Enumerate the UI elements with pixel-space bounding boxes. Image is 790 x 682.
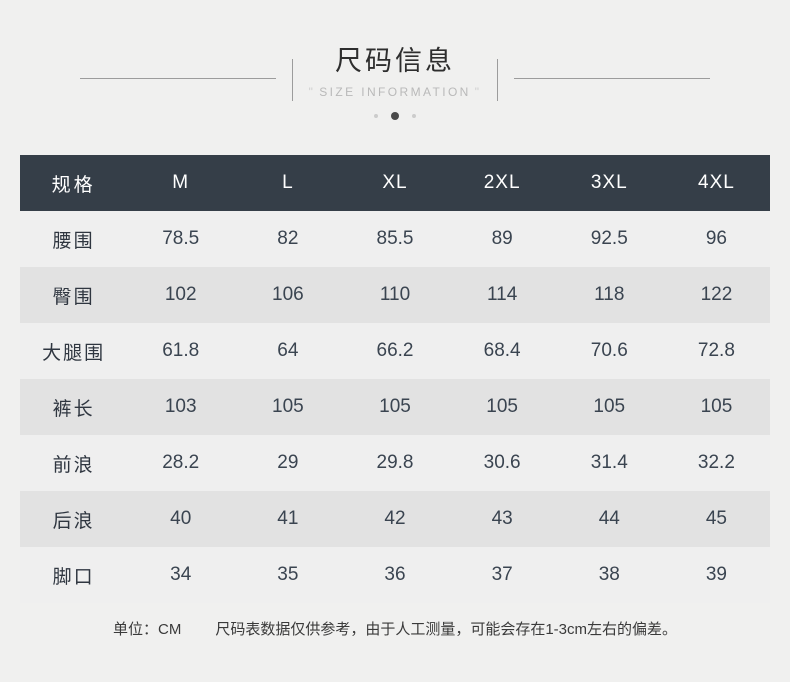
cell-waist-xl: 85.5 [376, 228, 414, 249]
table-row: 后浪 40 41 42 43 44 45 [20, 491, 770, 547]
cell-waist-m: 78.5 [162, 228, 200, 249]
cell-thigh-4xl: 72.8 [697, 340, 735, 361]
row-label-back-rise: 后浪 [52, 510, 95, 532]
cell-leg-opening-3xl: 38 [598, 564, 620, 585]
cell-leg-opening-m: 34 [170, 564, 192, 585]
measurement-disclaimer: 尺码表数据仅供参考，由于人工测量，可能会存在1-3cm左右的偏差。 [215, 621, 677, 638]
table-row: 前浪 28.2 29 29.8 30.6 31.4 32.2 [20, 435, 770, 491]
table-row: 大腿围 61.8 64 66.2 68.4 70.6 72.8 [20, 323, 770, 379]
cell-pant-length-4xl: 105 [700, 396, 733, 417]
header-rule-right [514, 78, 710, 79]
size-table: 规格 M L XL 2XL 3XL 4XL 腰围 78.5 82 85.5 89… [20, 155, 770, 603]
row-label-front-rise: 前浪 [52, 454, 95, 476]
cell-hip-3xl: 118 [594, 284, 625, 305]
unit-label: 单位：CM [112, 621, 182, 638]
cell-hip-m: 102 [164, 284, 197, 305]
cell-leg-opening-xl: 36 [384, 564, 406, 585]
cell-thigh-2xl: 68.4 [483, 340, 521, 361]
column-header-2xl: 2XL [483, 172, 521, 193]
carousel-dot-2[interactable] [391, 112, 399, 120]
column-header-m: M [172, 172, 190, 193]
cell-waist-l: 82 [277, 228, 299, 249]
page-header: 尺码信息 " SIZE INFORMATION " [0, 0, 790, 140]
cell-hip-l: 106 [272, 284, 304, 305]
cell-back-rise-xl: 42 [384, 508, 406, 529]
cell-back-rise-l: 41 [277, 508, 299, 529]
column-header-spec: 规格 [51, 174, 96, 196]
cell-back-rise-2xl: 43 [491, 508, 513, 529]
column-header-3xl: 3XL [590, 172, 628, 193]
cell-leg-opening-4xl: 39 [705, 564, 727, 585]
cell-front-rise-2xl: 30.6 [483, 452, 521, 473]
subtitle-text: SIZE INFORMATION [319, 85, 471, 99]
size-table-container: 规格 M L XL 2XL 3XL 4XL 腰围 78.5 82 85.5 89… [20, 155, 770, 603]
cell-back-rise-m: 40 [170, 508, 192, 529]
cell-thigh-xl: 66.2 [376, 340, 414, 361]
cell-waist-2xl: 89 [491, 228, 513, 249]
cell-front-rise-4xl: 32.2 [697, 452, 735, 473]
cell-thigh-l: 64 [277, 340, 299, 361]
cell-pant-length-m: 103 [164, 396, 197, 417]
page-subtitle: " SIZE INFORMATION " [0, 86, 790, 98]
column-header-xl: XL [382, 172, 408, 193]
table-row: 裤长 103 105 105 105 105 105 [20, 379, 770, 435]
header-rule-left [80, 78, 276, 79]
cell-pant-length-2xl: 105 [486, 396, 518, 417]
table-header-row: 规格 M L XL 2XL 3XL 4XL [20, 155, 770, 211]
column-header-l: L [282, 172, 294, 193]
cell-waist-4xl: 96 [705, 228, 727, 249]
cell-front-rise-l: 29 [277, 452, 299, 473]
cell-leg-opening-l: 35 [277, 564, 299, 585]
row-label-pant-length: 裤长 [52, 398, 95, 420]
size-table-body: 腰围 78.5 82 85.5 89 92.5 96 臀围 102 106 11… [20, 211, 770, 603]
cell-front-rise-3xl: 31.4 [590, 452, 628, 473]
subtitle-quote-open: " [308, 85, 316, 99]
carousel-dots [0, 112, 790, 120]
subtitle-quote-close: " [474, 85, 482, 99]
column-header-4xl: 4XL [698, 172, 735, 193]
row-label-hip: 臀围 [52, 286, 95, 308]
cell-leg-opening-2xl: 37 [491, 564, 513, 585]
cell-hip-2xl: 114 [486, 284, 518, 305]
cell-thigh-m: 61.8 [162, 340, 200, 361]
row-label-waist: 腰围 [52, 230, 95, 252]
row-label-leg-opening: 脚口 [52, 566, 95, 588]
cell-pant-length-3xl: 105 [593, 396, 626, 417]
table-row: 脚口 34 35 36 37 38 39 [20, 547, 770, 603]
table-row: 腰围 78.5 82 85.5 89 92.5 96 [20, 211, 770, 267]
page-title: 尺码信息 [335, 46, 455, 76]
cell-hip-4xl: 122 [700, 284, 733, 305]
carousel-dot-3[interactable] [412, 114, 416, 118]
row-label-thigh: 大腿围 [42, 342, 106, 364]
cell-pant-length-xl: 105 [379, 396, 411, 417]
table-row: 臀围 102 106 110 114 118 122 [20, 267, 770, 323]
size-table-head: 规格 M L XL 2XL 3XL 4XL [20, 155, 770, 211]
carousel-dot-1[interactable] [374, 114, 378, 118]
cell-pant-length-l: 105 [272, 396, 304, 417]
cell-hip-xl: 110 [379, 284, 411, 305]
cell-back-rise-4xl: 45 [705, 508, 727, 529]
cell-back-rise-3xl: 44 [598, 508, 620, 529]
size-information-page: 尺码信息 " SIZE INFORMATION " 规格 M L XL 2XL 3X… [0, 0, 790, 682]
cell-front-rise-m: 28.2 [162, 452, 200, 473]
cell-front-rise-xl: 29.8 [376, 452, 414, 473]
cell-thigh-3xl: 70.6 [590, 340, 628, 361]
cell-waist-3xl: 92.5 [590, 228, 628, 249]
footer-note: 单位：CM 尺码表数据仅供参考，由于人工测量，可能会存在1-3cm左右的偏差。 [0, 622, 790, 637]
